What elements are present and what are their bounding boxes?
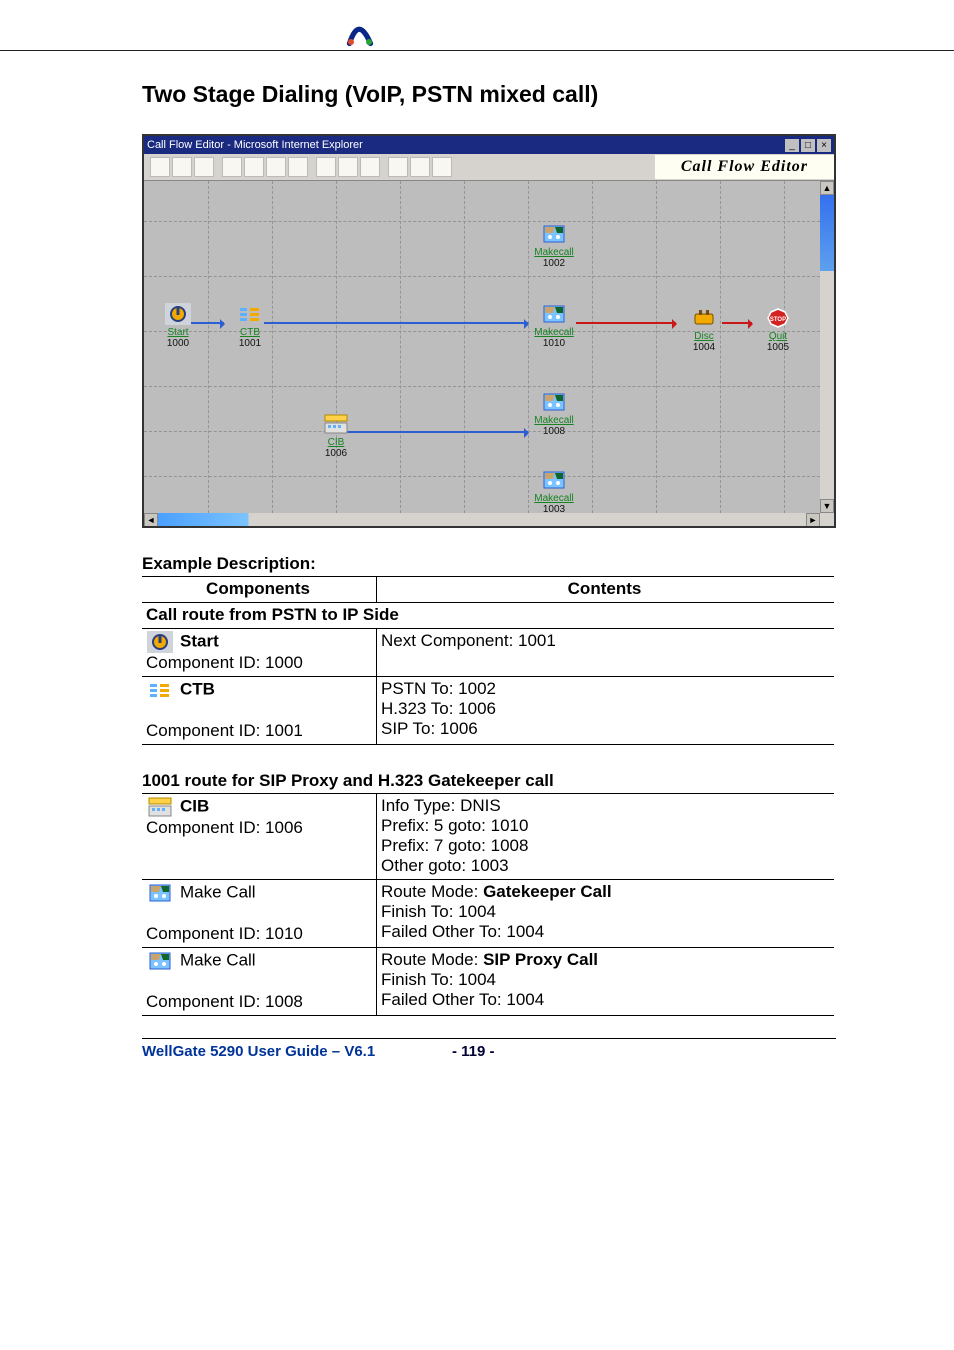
- footer: WellGate 5290 User Guide – V6.1 - 119 -: [142, 1038, 836, 1060]
- row-cib-contents: Info Type: DNIS Prefix: 5 goto: 1010 Pre…: [377, 794, 835, 880]
- tb-copy-icon[interactable]: [244, 157, 264, 177]
- tb-delete-icon[interactable]: [288, 157, 308, 177]
- table-2: CIB Component ID: 1006 Info Type: DNIS P…: [142, 793, 834, 1016]
- cib-icon: [146, 796, 174, 818]
- table-1: Components Contents Call route from PSTN…: [142, 576, 834, 745]
- makecall-icon: [146, 950, 174, 972]
- scroll-up-button[interactable]: ▲: [820, 181, 834, 195]
- tb-grid-icon[interactable]: [410, 157, 430, 177]
- h-scrollbar[interactable]: ◄ ►: [144, 513, 820, 527]
- row-ctb-comp: CTB Component ID: 1001: [142, 677, 377, 745]
- row-start-contents: Next Component: 1001: [377, 629, 835, 677]
- logo-icon: [345, 18, 375, 48]
- footer-page: - 119 -: [452, 1043, 495, 1060]
- node-start[interactable]: Start 1000: [156, 303, 200, 349]
- tb-paste-icon[interactable]: [266, 157, 286, 177]
- arrow: [344, 431, 528, 433]
- tb-pointer-icon[interactable]: [338, 157, 358, 177]
- tb-draw-icon[interactable]: [316, 157, 336, 177]
- page-title: Two Stage Dialing (VoIP, PSTN mixed call…: [142, 81, 836, 108]
- window-title: Call Flow Editor - Microsoft Internet Ex…: [147, 139, 363, 151]
- footer-left: WellGate 5290 User Guide – V6.1: [142, 1043, 452, 1060]
- scroll-down-button[interactable]: ▼: [820, 499, 834, 513]
- node-quit[interactable]: Quit 1005: [756, 307, 800, 353]
- arrow: [264, 322, 528, 324]
- header-bar: [0, 0, 954, 51]
- node-makecall-1003[interactable]: Makecall 1003: [532, 469, 576, 515]
- start-icon: [165, 303, 191, 325]
- row-start-comp: Start Component ID: 1000: [142, 629, 377, 677]
- tb-run-icon[interactable]: [432, 157, 452, 177]
- callflow-canvas[interactable]: Start 1000 CTB 1001 CIB 1006 Makecall 10…: [144, 181, 834, 527]
- tb-hand-icon[interactable]: [360, 157, 380, 177]
- node-makecall-1010[interactable]: Makecall 1010: [532, 303, 576, 349]
- scroll-corner: [820, 513, 834, 527]
- th-contents: Contents: [377, 577, 835, 603]
- callflow-window: Call Flow Editor - Microsoft Internet Ex…: [142, 134, 836, 528]
- window-titlebar: Call Flow Editor - Microsoft Internet Ex…: [144, 136, 834, 154]
- row-mc1008-comp: Make Call Component ID: 1008: [142, 948, 377, 1016]
- row-ctb-contents: PSTN To: 1002 H.323 To: 1006 SIP To: 100…: [377, 677, 835, 745]
- disc-icon: [691, 307, 717, 329]
- th-components: Components: [142, 577, 377, 603]
- tb-cut-icon[interactable]: [222, 157, 242, 177]
- scroll-right-button[interactable]: ►: [806, 513, 820, 527]
- makecall-icon: [541, 223, 567, 245]
- makecall-icon: [541, 391, 567, 413]
- win-close-button[interactable]: ×: [817, 139, 831, 152]
- window-brand: Call Flow Editor: [655, 155, 834, 179]
- node-makecall-1002[interactable]: Makecall 1002: [532, 223, 576, 269]
- example-heading: Example Description:: [142, 554, 836, 574]
- node-disc[interactable]: Disc 1004: [682, 307, 726, 353]
- row-cib-comp: CIB Component ID: 1006: [142, 794, 377, 880]
- tb-save-icon[interactable]: [194, 157, 214, 177]
- row-mc1010-comp: Make Call Component ID: 1010: [142, 880, 377, 948]
- node-makecall-1008[interactable]: Makecall 1008: [532, 391, 576, 437]
- subtitle-2: 1001 route for SIP Proxy and H.323 Gatek…: [142, 771, 836, 791]
- row-mc1010-contents: Route Mode: Gatekeeper Call Finish To: 1…: [377, 880, 835, 948]
- win-max-button[interactable]: □: [801, 139, 815, 152]
- row-mc1008-contents: Route Mode: SIP Proxy Call Finish To: 10…: [377, 948, 835, 1016]
- tb-new-icon[interactable]: [150, 157, 170, 177]
- window-toolbar: Call Flow Editor: [144, 154, 834, 181]
- v-scrollbar[interactable]: ▲ ▼: [820, 181, 834, 513]
- node-cib[interactable]: CIB 1006: [314, 413, 358, 459]
- arrow: [576, 322, 676, 324]
- ctb-icon: [237, 303, 263, 325]
- makecall-icon: [541, 303, 567, 325]
- tb-zoom-icon[interactable]: [388, 157, 408, 177]
- win-min-button[interactable]: _: [785, 139, 799, 152]
- ctb-icon: [146, 679, 174, 701]
- node-ctb[interactable]: CTB 1001: [228, 303, 272, 349]
- flow-header: Call route from PSTN to IP Side: [142, 603, 834, 629]
- makecall-icon: [541, 469, 567, 491]
- quit-icon: [765, 307, 791, 329]
- scroll-left-button[interactable]: ◄: [144, 513, 158, 527]
- start-icon: [146, 631, 174, 653]
- cib-icon: [323, 413, 349, 435]
- tb-open-icon[interactable]: [172, 157, 192, 177]
- makecall-icon: [146, 882, 174, 904]
- arrow: [722, 322, 752, 324]
